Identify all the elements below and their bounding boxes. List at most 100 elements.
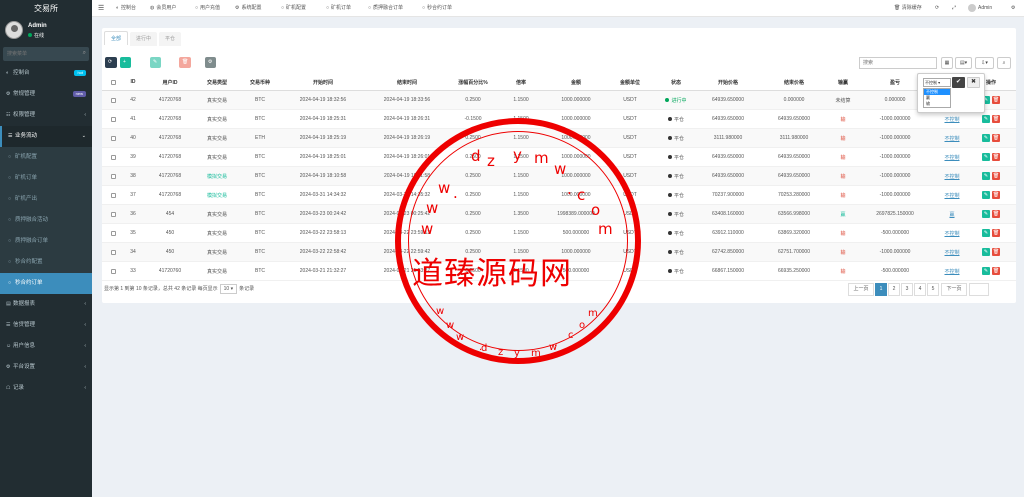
sidebar-item-7[interactable]: ○ 质押融合活动 (0, 210, 92, 231)
page-link[interactable]: 下一页 (941, 283, 967, 296)
sidebar-search-input[interactable] (3, 47, 79, 61)
confirm-check-icon[interactable]: ✔ (952, 77, 965, 88)
fullscreen-icon[interactable]: ⤢ (952, 0, 956, 17)
delete-row-icon[interactable]: 🗑 (992, 210, 1000, 218)
edit-button[interactable]: ✎ 编辑 (150, 57, 162, 87)
delete-row-icon[interactable]: 🗑 (992, 153, 1000, 161)
row-checkbox[interactable] (110, 249, 116, 255)
row-checkbox[interactable] (110, 97, 116, 103)
settings-gear-icon[interactable]: ⚙ (1011, 0, 1015, 17)
menu-toggle-icon[interactable]: ☰ (98, 4, 104, 12)
sidebar-item-9[interactable]: ○ 秒合约配置 (0, 252, 92, 273)
admin-menu[interactable]: Admin (968, 0, 992, 17)
top-nav-item-5[interactable]: ○ 矿机订单 (326, 0, 351, 17)
page-link[interactable]: 1 (875, 283, 887, 296)
top-nav-item-4[interactable]: ○ 矿机配置 (281, 0, 306, 17)
sidebar-item-3[interactable]: ☰ 业务流动 ⌄ (0, 126, 92, 147)
delete-row-icon[interactable]: 🗑 (992, 115, 1000, 123)
delete-row-icon[interactable]: 🗑 (992, 229, 1000, 237)
edit-row-icon[interactable]: ✎ (982, 153, 990, 161)
edit-row-icon[interactable]: ✎ (982, 191, 990, 199)
edit-row-icon[interactable]: ✎ (982, 210, 990, 218)
toggle-view-icon[interactable]: ▦ (941, 57, 953, 69)
edit-row-icon[interactable]: ✎ (982, 115, 990, 123)
edit-row-icon[interactable]: ✎ (982, 134, 990, 142)
refresh-button[interactable]: ⟳ (105, 57, 117, 68)
row-checkbox[interactable] (110, 211, 116, 217)
row-checkbox[interactable] (110, 135, 116, 141)
sidebar-item-4[interactable]: ○ 矿机配置 (0, 147, 92, 168)
delete-row-icon[interactable]: 🗑 (992, 172, 1000, 180)
refresh-icon[interactable]: ⟳ (935, 0, 939, 17)
control-link[interactable]: 不控制 (944, 230, 959, 237)
delete-row-icon[interactable]: 🗑 (992, 267, 1000, 275)
brand-logo[interactable]: 交易所 (0, 0, 92, 17)
control-link[interactable]: 不控制 (944, 249, 959, 256)
sidebar-item-12[interactable]: ☰ 信贷管理 ‹ (0, 315, 92, 336)
control-link[interactable]: 不控制 (944, 116, 959, 123)
sidebar-item-1[interactable]: ⚙ 常规管理 new (0, 84, 92, 105)
top-nav-item-6[interactable]: ○ 质押融合订单 (368, 0, 403, 17)
page-link[interactable]: 上一页 (848, 283, 874, 296)
row-checkbox[interactable] (110, 116, 116, 122)
control-link[interactable]: 不控制 (944, 154, 959, 161)
header-cell[interactable] (107, 74, 119, 90)
sidebar-item-14[interactable]: ⚙ 平台设置 ‹ (0, 357, 92, 378)
sidebar-item-11[interactable]: ▤ 数据报表 ‹ (0, 294, 92, 315)
delete-row-icon[interactable]: 🗑 (992, 134, 1000, 142)
tab-2[interactable]: 平仓 (159, 32, 182, 46)
sidebar-item-8[interactable]: ○ 质押融合订单 (0, 231, 92, 252)
search-icon[interactable]: ⌕ (83, 50, 86, 57)
control-link[interactable]: 赢 (949, 211, 954, 218)
control-option[interactable]: 输 (924, 101, 950, 107)
cancel-close-icon[interactable]: ✖ (967, 77, 980, 88)
edit-row-icon[interactable]: ✎ (982, 267, 990, 275)
row-checkbox[interactable] (110, 154, 116, 160)
tab-0[interactable]: 全部 (104, 31, 129, 45)
table-row[interactable]: 42 41720768 真实交易 BTC 2024-04-19 18:32:56 2024… (102, 91, 1016, 110)
table-search-input[interactable] (859, 57, 937, 69)
advanced-search-icon[interactable]: ⌕ (997, 57, 1011, 69)
control-link[interactable]: 不控制 (944, 173, 959, 180)
sidebar-item-13[interactable]: ☺ 用户信息 ‹ (0, 336, 92, 357)
control-link[interactable]: 不控制 (944, 135, 959, 142)
row-checkbox[interactable] (110, 192, 116, 198)
sidebar-item-0[interactable]: ◐ 控制台 hot (0, 63, 92, 84)
columns-dropdown-icon[interactable]: ▤▾ (955, 57, 972, 69)
sidebar-item-10[interactable]: ○ 秒合约订单 (0, 273, 92, 294)
sidebar-item-5[interactable]: ○ 矿机订单 (0, 168, 92, 189)
control-link[interactable]: 不控制 (944, 268, 959, 275)
page-jump-input[interactable] (969, 283, 989, 296)
row-checkbox[interactable] (110, 230, 116, 236)
edit-row-icon[interactable]: ✎ (982, 172, 990, 180)
tab-1[interactable]: 进行中 (130, 32, 158, 46)
top-nav-item-0[interactable]: ◐ 控制台 (116, 0, 136, 17)
page-link[interactable]: 3 (901, 283, 913, 296)
edit-row-icon[interactable]: ✎ (982, 248, 990, 256)
sidebar-item-15[interactable]: ☖ 记录 ‹ (0, 378, 92, 399)
sidebar-item-2[interactable]: ☷ 权限管理 ‹ (0, 105, 92, 126)
page-link[interactable]: 5 (927, 283, 939, 296)
top-nav-item-7[interactable]: ○ 秒合约订单 (422, 0, 452, 17)
control-link[interactable]: 不控制 (944, 192, 959, 199)
export-dropdown-icon[interactable]: ⇩▾ (975, 57, 994, 69)
control-select[interactable]: 不控制 ▾ (923, 78, 951, 87)
row-checkbox[interactable] (110, 173, 116, 179)
select-all-checkbox[interactable] (110, 79, 116, 85)
top-nav-item-3[interactable]: ⚙ 系统配置 (235, 0, 262, 17)
top-nav-item-2[interactable]: ○ 用户充值 (195, 0, 220, 17)
page-link[interactable]: 2 (888, 283, 900, 296)
delete-row-icon[interactable]: 🗑 (992, 96, 1000, 104)
clear-cache-button[interactable]: 🗑 清除缓存 (894, 0, 922, 17)
edit-row-icon[interactable]: ✎ (982, 229, 990, 237)
more-button[interactable]: ⚙ 显示 (205, 57, 217, 87)
row-checkbox[interactable] (110, 268, 116, 274)
top-nav-item-1[interactable]: ◍ 会员用户 (150, 0, 176, 17)
page-link[interactable]: 4 (914, 283, 926, 296)
sidebar-item-6[interactable]: ○ 矿机产出 (0, 189, 92, 210)
delete-row-icon[interactable]: 🗑 (992, 191, 1000, 199)
delete-row-icon[interactable]: 🗑 (992, 248, 1000, 256)
page-size-select[interactable]: 10 ▾ (219, 284, 238, 294)
add-button[interactable]: + 添加 (120, 57, 132, 87)
delete-button[interactable]: 🗑 删除 (179, 57, 192, 87)
